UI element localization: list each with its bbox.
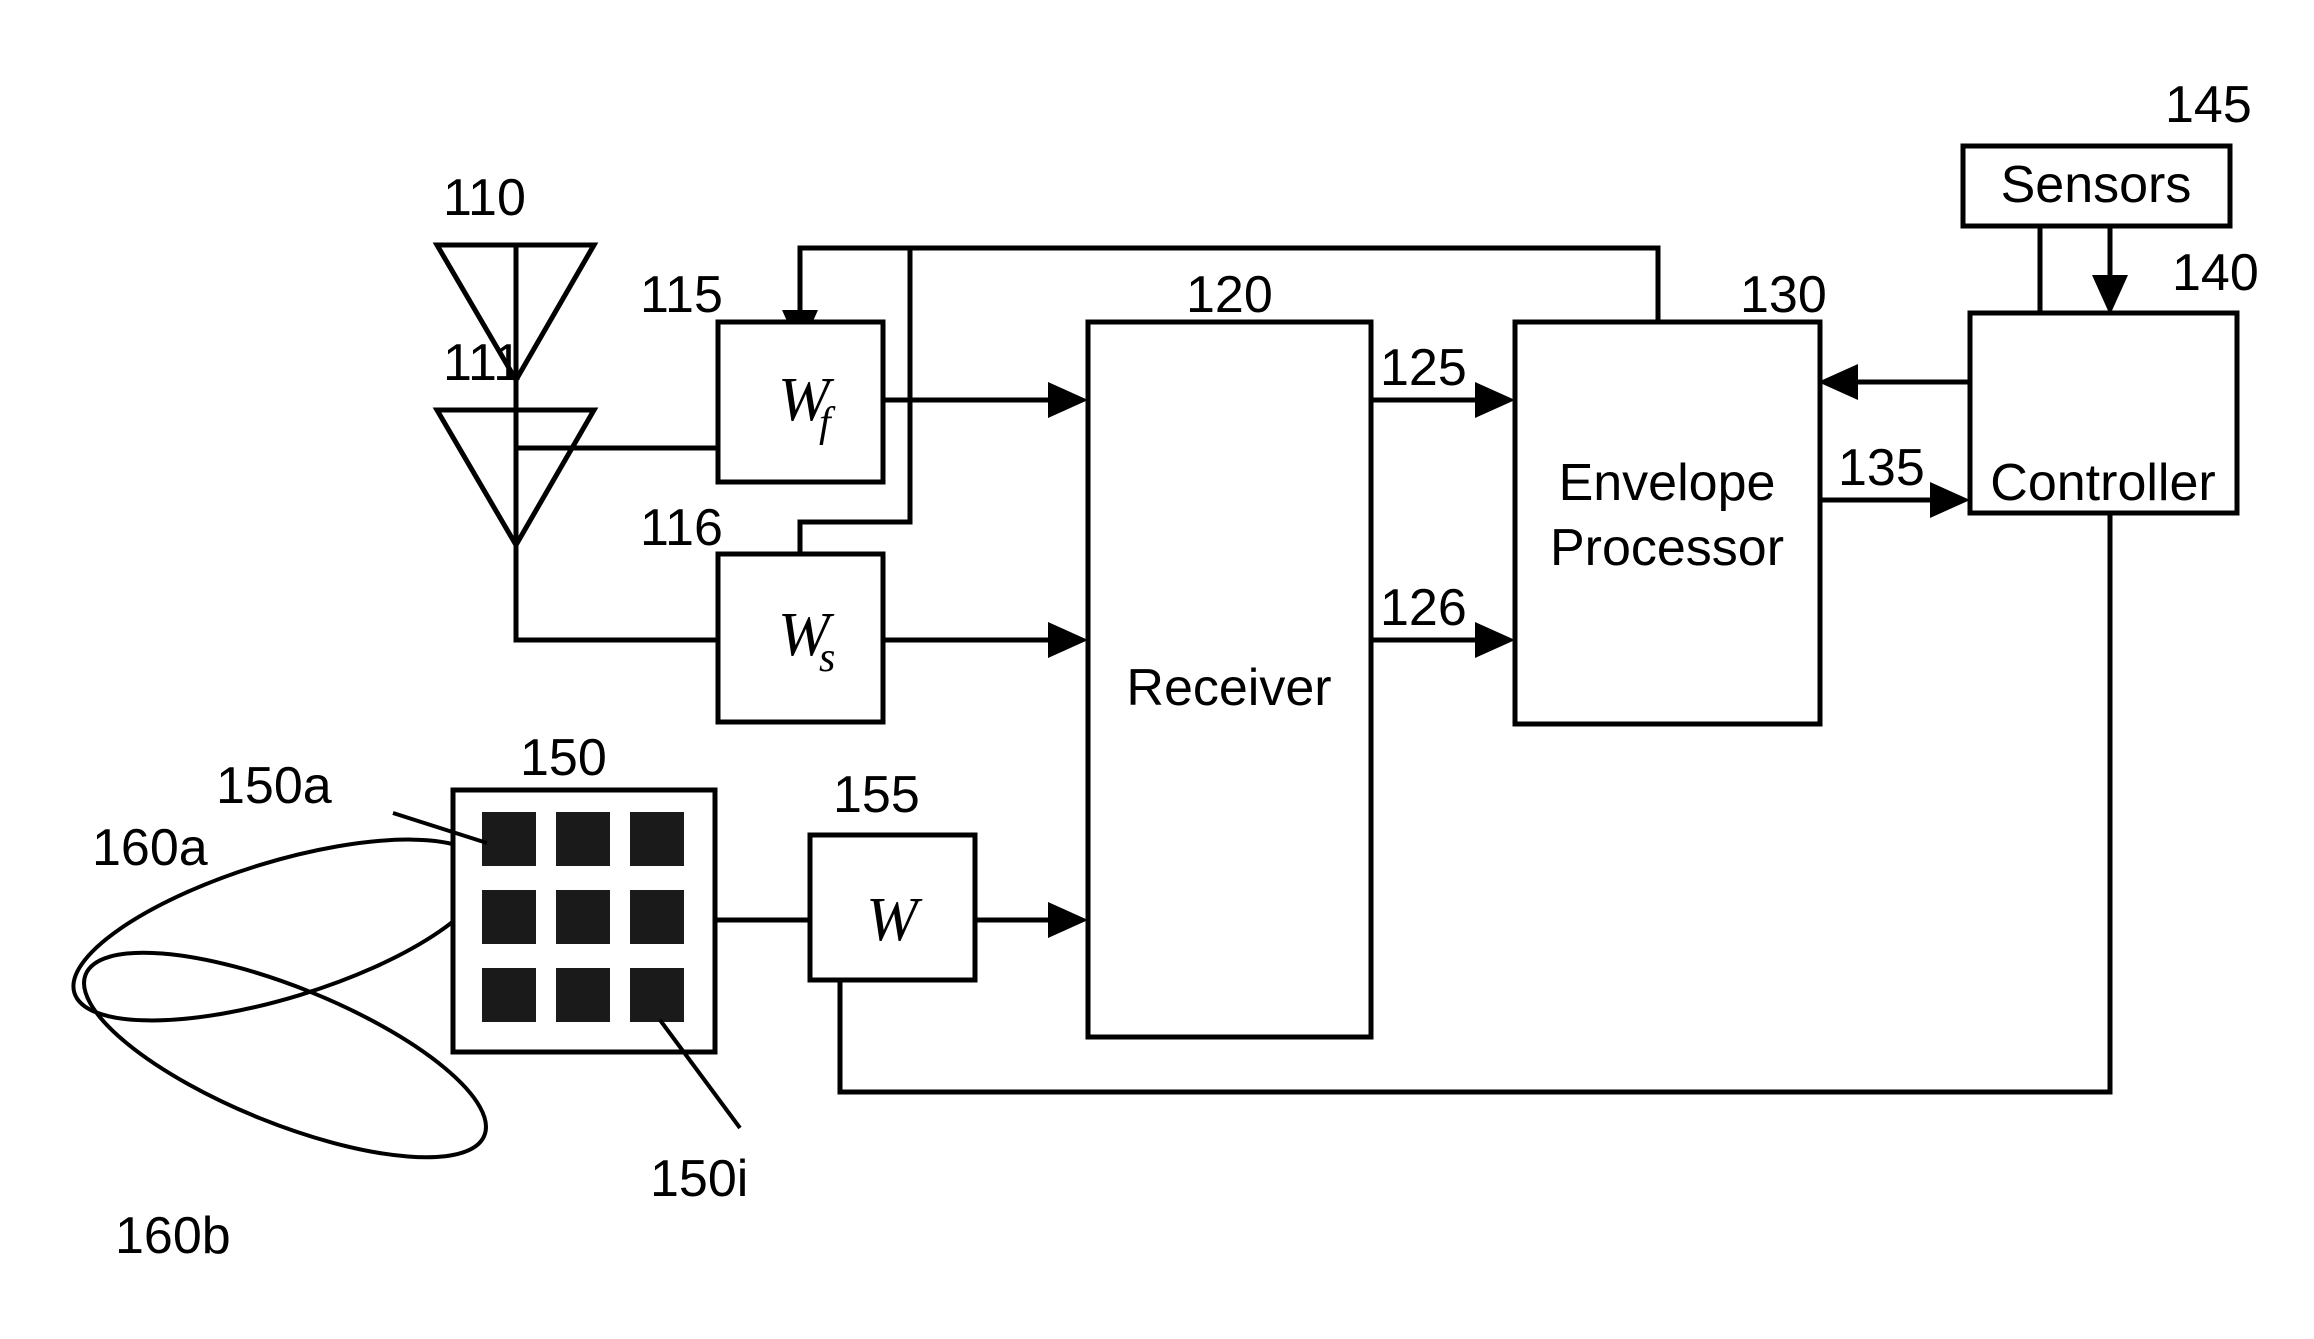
ref-label-116: 116 bbox=[640, 499, 723, 557]
signal-125-arrowhead bbox=[1475, 382, 1515, 418]
ws-subscript: s bbox=[819, 635, 835, 681]
array-element-150i[interactable] bbox=[630, 968, 684, 1022]
controller-feedback-line bbox=[837, 513, 2113, 1095]
ref-label-145: 145 bbox=[2165, 76, 2252, 134]
sensors-to-controller-wire bbox=[2092, 226, 2128, 315]
block-150-antenna-array[interactable] bbox=[450, 787, 718, 1055]
ref-label-135: 135 bbox=[1838, 439, 1925, 497]
block-116-ws[interactable]: W s bbox=[715, 551, 886, 725]
ref-label-111: 111 bbox=[443, 334, 522, 392]
ref-label-155: 155 bbox=[833, 766, 920, 824]
w-to-receiver-arrowhead bbox=[1048, 902, 1088, 938]
w-label: W bbox=[866, 886, 923, 954]
ref-label-160a: 160a bbox=[92, 819, 208, 877]
ref-label-110: 110 bbox=[443, 169, 526, 227]
array-element-150e[interactable] bbox=[556, 890, 610, 944]
envelope-processor-label-line2: Processor bbox=[1550, 519, 1784, 577]
array-element-150f[interactable] bbox=[630, 890, 684, 944]
block-115-wf[interactable]: W f bbox=[715, 319, 886, 485]
ref-label-115: 115 bbox=[640, 266, 723, 324]
ref-label-120: 120 bbox=[1186, 266, 1273, 324]
ref-label-126: 126 bbox=[1380, 579, 1467, 637]
sensors-envelope-arrowhead bbox=[1818, 364, 1858, 400]
weights-to-receiver-wires bbox=[883, 382, 1088, 658]
signal-135-arrowhead bbox=[1930, 482, 1970, 518]
ref-label-140: 140 bbox=[2172, 244, 2259, 302]
ws-to-receiver-arrowhead bbox=[1048, 622, 1088, 658]
wf-to-receiver-arrowhead bbox=[1048, 382, 1088, 418]
sensors-label: Sensors bbox=[2001, 156, 2192, 214]
block-130-envelope-processor[interactable]: Envelope Processor bbox=[1512, 319, 1823, 727]
ref-label-125: 125 bbox=[1380, 339, 1467, 397]
block-145-sensors[interactable]: Sensors bbox=[1960, 143, 2233, 229]
w-to-receiver-wire bbox=[975, 902, 1088, 938]
receiver-label: Receiver bbox=[1126, 659, 1331, 717]
array-element-150c[interactable] bbox=[630, 812, 684, 866]
array-element-150d[interactable] bbox=[482, 890, 536, 944]
array-element-150b[interactable] bbox=[556, 812, 610, 866]
sensors-controller-arrowhead bbox=[2092, 275, 2128, 315]
ref-label-160b: 160b bbox=[115, 1207, 231, 1265]
patent-figure-page: 110 111 W f 115 W s 116 Receiver 120 125… bbox=[0, 0, 2314, 1339]
ref-label-150: 150 bbox=[520, 729, 607, 787]
array-element-150h[interactable] bbox=[556, 968, 610, 1022]
block-diagram-canvas: 110 111 W f 115 W s 116 Receiver 120 125… bbox=[71, 76, 2259, 1265]
signal-126-arrowhead bbox=[1475, 622, 1515, 658]
array-element-150g[interactable] bbox=[482, 968, 536, 1022]
envelope-processor-label-line1: Envelope bbox=[1559, 454, 1776, 512]
ref-label-130: 130 bbox=[1740, 266, 1827, 324]
controller-label: Controller bbox=[1990, 454, 2215, 512]
block-120-receiver[interactable]: Receiver bbox=[1085, 319, 1374, 1040]
ref-label-150a: 150a bbox=[216, 757, 332, 815]
block-140-controller[interactable]: Controller bbox=[1967, 310, 2240, 516]
array-element-150a[interactable] bbox=[482, 812, 536, 866]
block-155-w[interactable]: W bbox=[807, 832, 978, 983]
ref-label-150i: 150i bbox=[650, 1150, 748, 1208]
